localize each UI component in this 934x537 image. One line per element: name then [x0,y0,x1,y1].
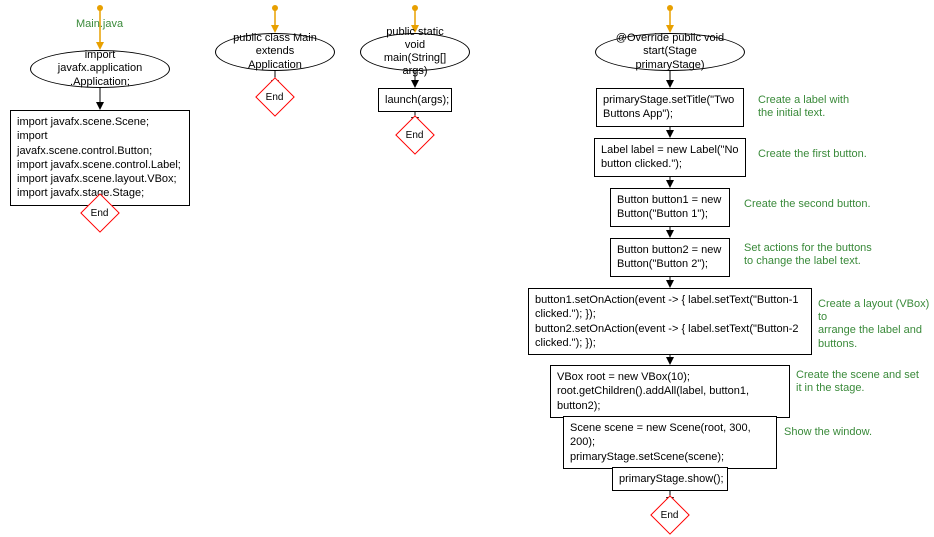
col1-rect: import javafx.scene.Scene; import javafx… [10,110,190,206]
col4-end: End [655,500,685,530]
comment-6: Create the scene and set it in the stage… [796,369,919,395]
comment-7: Show the window. [784,426,872,439]
col4-ellipse: @Override public void start(Stage primar… [595,33,745,71]
col4-n9: primaryStage.show(); [612,467,728,491]
col3-rect: launch(args); [378,88,452,112]
col1-end: End [85,198,115,228]
col3-ellipse: public static void main(String[] args) [360,33,470,71]
comment-1: Create a label with the initial text. [758,94,849,120]
comment-2: Create the first button. [758,148,867,161]
file-title: Main.java [76,18,123,31]
col4-n6: button1.setOnAction(event -> { label.set… [528,288,812,355]
col4-n3: Label label = new Label("No button click… [594,138,746,177]
col3-end: End [400,120,430,150]
col1-ellipse: import javafx.application .Application; [30,50,170,88]
col2-ellipse: public class Main extends Application [215,33,335,71]
col4-n4: Button button1 = new Button("Button 1"); [610,188,730,227]
comment-5: Create a layout (VBox) to arrange the la… [818,298,934,351]
col4-n2: primaryStage.setTitle("Two Buttons App")… [596,88,744,127]
col4-n7: VBox root = new VBox(10); root.getChildr… [550,365,790,418]
col4-n8: Scene scene = new Scene(root, 300, 200);… [563,416,777,469]
col4-n5: Button button2 = new Button("Button 2"); [610,238,730,277]
flowchart-diagram: Main.java import javafx.application .App… [0,0,934,537]
comment-3: Create the second button. [744,198,871,211]
col2-end: End [260,82,290,112]
comment-4: Set actions for the buttons to change th… [744,242,872,268]
